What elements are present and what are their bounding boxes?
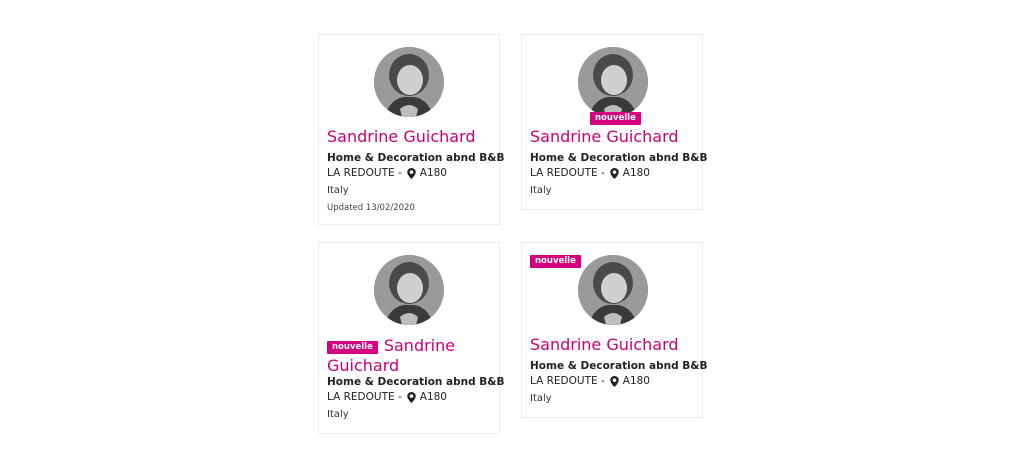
exhibitor-label: LA REDOUTE - — [530, 375, 605, 387]
company-name: Home & Decoration abnd B&B — [530, 152, 708, 164]
new-badge: nouvelle — [590, 112, 641, 125]
new-badge: nouvelle — [530, 255, 581, 268]
exhibitor-name[interactable]: Sandrine Guichard — [327, 127, 476, 147]
exhibitor-name[interactable]: Sandrine Guichard — [530, 335, 679, 355]
stand-info: LA REDOUTE - A180 — [530, 167, 650, 179]
exhibitor-label: LA REDOUTE - — [327, 167, 402, 179]
new-badge: nouvelle — [327, 341, 378, 354]
company-name: Home & Decoration abnd B&B — [327, 152, 505, 164]
exhibitor-name-block[interactable]: nouvelle Sandrine Guichard — [327, 336, 487, 376]
exhibitor-card[interactable]: nouvelle Sandrine Guichard Home & Decora… — [521, 34, 707, 210]
stand-number: A180 — [419, 167, 447, 179]
country: Italy — [327, 409, 349, 420]
updated-date: Updated 13/02/2020 — [327, 203, 415, 213]
avatar — [374, 47, 444, 117]
exhibitor-label: LA REDOUTE - — [327, 391, 402, 403]
avatar — [578, 255, 648, 325]
exhibitor-label: LA REDOUTE - — [530, 167, 605, 179]
stand-info: LA REDOUTE - A180 — [327, 391, 447, 403]
map-pin-icon — [407, 391, 416, 403]
country: Italy — [327, 185, 349, 196]
stand-info: LA REDOUTE - A180 — [327, 167, 447, 179]
company-name: Home & Decoration abnd B&B — [327, 376, 505, 388]
avatar — [578, 47, 648, 117]
country: Italy — [530, 393, 552, 404]
stand-info: LA REDOUTE - A180 — [530, 375, 650, 387]
map-pin-icon — [610, 167, 619, 179]
country: Italy — [530, 185, 552, 196]
company-name: Home & Decoration abnd B&B — [530, 360, 708, 372]
stand-number: A180 — [622, 375, 650, 387]
stand-number: A180 — [419, 391, 447, 403]
stand-number: A180 — [622, 167, 650, 179]
map-pin-icon — [407, 167, 416, 179]
exhibitor-card[interactable]: nouvelle Sandrine Guichard Home & Decorat… — [318, 242, 504, 434]
avatar — [374, 255, 444, 325]
exhibitor-card[interactable]: Sandrine Guichard Home & Decoration abnd… — [318, 34, 504, 225]
exhibitor-card[interactable]: nouvelle Sandrine Guichard Home & Decora… — [521, 242, 707, 418]
exhibitor-name[interactable]: Sandrine Guichard — [530, 127, 679, 147]
map-pin-icon — [610, 375, 619, 387]
